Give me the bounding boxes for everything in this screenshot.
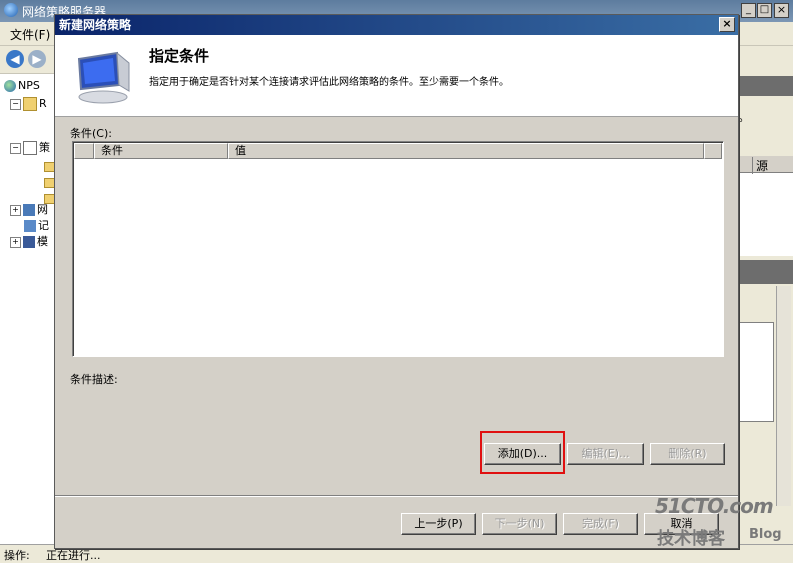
status-label: 操作: [4,549,30,562]
footer-separator [55,495,738,497]
wizard-page-title: 指定条件 [149,47,210,65]
right-text-fragment: 。 [738,110,751,124]
conditions-label: 条件(C): [70,127,112,140]
bg-minimize-button[interactable]: _ [741,3,756,18]
close-icon[interactable]: × [719,17,735,32]
watermark-line1: 51CTO.com [655,494,774,518]
right-column-header: 源 [738,156,793,174]
dialog-titlebar[interactable]: 新建网络策略 × [55,15,738,35]
expand-icon[interactable]: + [10,204,21,216]
menu-file[interactable]: 文件(F) [10,26,50,43]
conditions-list[interactable]: 条件 值 [72,141,724,357]
wizard-page-description: 指定用于确定是否针对某个连接请求评估此网络策略的条件。至少需要一个条件。 [149,77,509,88]
back-button[interactable]: 上一步(P) [401,513,476,535]
right-header-strip [738,260,793,284]
tree-item-policy[interactable]: − 策 [4,140,50,156]
new-network-policy-dialog: 新建网络策略 × 指定条件 指定用于确定是否针对某个连接请求评估此网络策略的条件… [54,14,739,549]
dialog-title: 新建网络策略 [59,18,132,32]
tree-item-r[interactable]: − R [4,96,50,112]
folder-icon [23,97,37,111]
condition-description-label: 条件描述: [70,373,118,386]
background-right-pane: 。 源 [738,46,793,544]
watermark-line2: 技术博客 [657,529,725,549]
add-condition-button[interactable]: 添加(D)... [484,443,561,465]
monitor-icon [73,49,133,105]
back-arrow-icon[interactable]: ◀ [6,50,24,68]
globe-icon [4,80,16,92]
forward-arrow-icon[interactable]: ▶ [28,50,46,68]
delete-condition-button[interactable]: 删除(R) [650,443,725,465]
wizard-header: 指定条件 指定用于确定是否针对某个连接请求评估此网络策略的条件。至少需要一个条件… [55,35,738,117]
template-icon [23,236,35,248]
right-list-2 [738,322,774,422]
column-header-value[interactable]: 值 [228,143,704,159]
collapse-icon[interactable]: − [10,98,21,110]
bg-close-button[interactable]: × [774,3,789,18]
column-header-blank [74,143,94,159]
column-source: 源 [752,157,768,174]
next-button[interactable]: 下一步(N) [482,513,557,535]
bg-maximize-button[interactable]: □ [757,3,772,18]
background-tree-pane: NPS − R − 策 + 网 记 + 模 [0,74,56,544]
finish-button[interactable]: 完成(F) [563,513,638,535]
column-header-condition[interactable]: 条件 [94,143,228,159]
right-scrollbar[interactable] [776,286,791,506]
network-icon [23,204,35,216]
log-icon [24,220,36,232]
collapse-icon[interactable]: − [10,142,21,154]
watermark-line3: Blog [749,527,782,542]
tree-item-network[interactable]: + 网 [4,202,50,218]
tree-item-nps[interactable]: NPS [4,78,50,94]
document-icon [23,141,37,155]
status-text: 正在进行... [46,549,101,562]
right-header-strip [738,76,793,96]
edit-condition-button[interactable]: 编辑(E)... [567,443,644,465]
tree-item-log[interactable]: 记 [4,218,50,234]
column-header-filler [704,143,722,159]
expand-icon[interactable]: + [10,236,21,248]
nps-icon [4,3,18,17]
tree-item-template[interactable]: + 模 [4,234,50,250]
watermark: 51CTO.com 技术博客 Blog [655,494,790,550]
